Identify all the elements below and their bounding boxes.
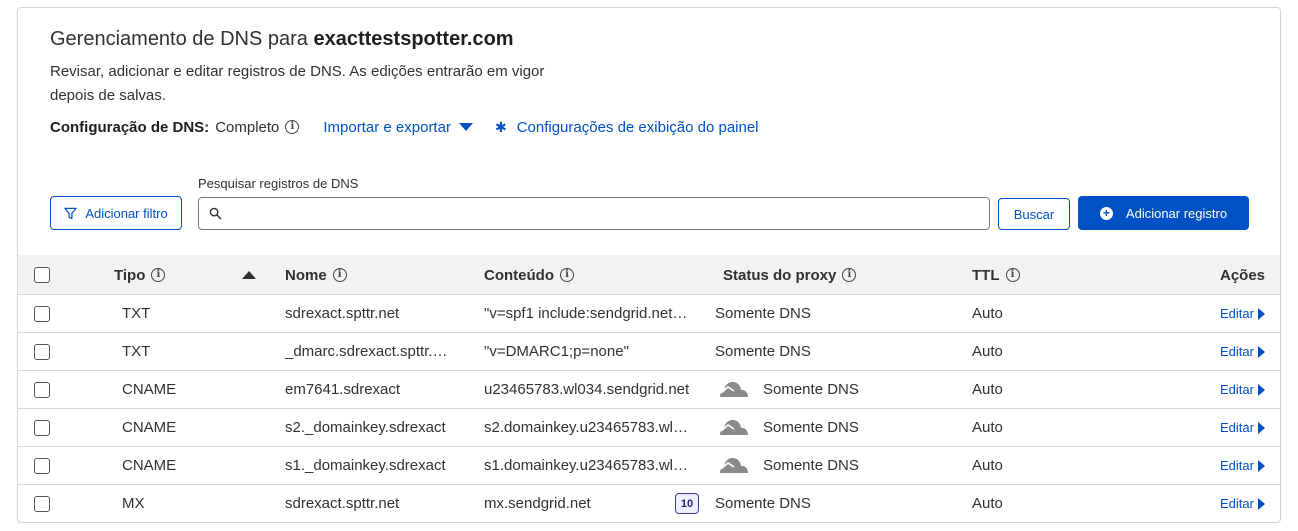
edit-record-link[interactable]: Editar — [1220, 333, 1265, 370]
record-content: u23465783.wl034.sendgrid.net — [484, 381, 690, 398]
column-type[interactable]: Tipo i — [114, 255, 166, 295]
cloud-icon — [720, 458, 748, 473]
record-content: s2.domainkey.u23465783.wl… — [484, 419, 689, 436]
dns-config-value: Completo — [215, 118, 280, 136]
column-proxy-status[interactable]: Status do proxy i — [723, 255, 857, 295]
filter-icon — [64, 207, 77, 219]
record-type: TXT — [122, 305, 151, 322]
select-all-checkbox[interactable] — [34, 267, 50, 283]
edit-record-link[interactable]: Editar — [1220, 447, 1265, 484]
record-ttl: Auto — [972, 305, 1003, 322]
table-row[interactable]: MX sdrexact.spttr.net mx.sendgrid.net 10… — [18, 485, 1280, 522]
proxy-status: Somente DNS — [763, 381, 859, 398]
chevron-right-icon — [1257, 421, 1265, 434]
display-settings-link[interactable]: Configurações de exibição do painel — [517, 119, 759, 136]
row-checkbox[interactable] — [34, 382, 50, 398]
table-row[interactable]: CNAME s2._domainkey.sdrexact s2.domainke… — [18, 409, 1280, 447]
record-name: s2._domainkey.sdrexact — [285, 419, 446, 436]
dns-config-row: Configuração de DNS: Completo i Importar… — [50, 115, 759, 139]
table-row[interactable]: TXT sdrexact.spttr.net "v=spf1 include:s… — [18, 295, 1280, 333]
row-checkbox[interactable] — [34, 458, 50, 474]
proxy-status: Somente DNS — [715, 305, 811, 322]
add-record-label: Adicionar registro — [1125, 205, 1228, 221]
sort-up-icon[interactable] — [242, 271, 256, 279]
record-ttl: Auto — [972, 343, 1003, 360]
chevron-right-icon — [1257, 497, 1265, 510]
record-ttl: Auto — [972, 381, 1003, 398]
record-name: sdrexact.spttr.net — [285, 305, 400, 322]
import-export-label: Importar e exportar — [323, 118, 451, 136]
record-name: _dmarc.sdrexact.spttr.… — [285, 343, 448, 360]
edit-record-link[interactable]: Editar — [1220, 485, 1265, 522]
add-record-button[interactable]: + Adicionar registro — [1078, 196, 1249, 230]
record-name: sdrexact.spttr.net — [285, 495, 400, 512]
edit-record-link[interactable]: Editar — [1220, 371, 1265, 408]
chevron-right-icon — [1257, 307, 1265, 320]
search-label: Pesquisar registros de DNS — [198, 176, 359, 191]
caret-down-icon — [458, 123, 473, 131]
info-icon[interactable]: i — [285, 120, 300, 134]
mx-priority-badge: 10 — [675, 493, 699, 514]
search-field — [198, 197, 990, 230]
column-ttl[interactable]: TTL i — [972, 255, 1020, 295]
proxy-status: Somente DNS — [715, 495, 811, 512]
column-name[interactable]: Nome i — [285, 255, 347, 295]
proxy-status: Somente DNS — [763, 457, 859, 474]
search-icon — [209, 207, 222, 220]
info-icon[interactable]: i — [1005, 268, 1020, 282]
record-name: s1._domainkey.sdrexact — [285, 457, 446, 474]
title-prefix: Gerenciamento de DNS para — [50, 28, 308, 50]
record-type: MX — [122, 495, 145, 512]
row-checkbox[interactable] — [34, 344, 50, 360]
record-type: CNAME — [122, 457, 177, 474]
table-row[interactable]: CNAME em7641.sdrexact u23465783.wl034.se… — [18, 371, 1280, 409]
edit-record-link[interactable]: Editar — [1220, 295, 1265, 332]
record-type: CNAME — [122, 419, 177, 436]
search-input[interactable] — [228, 199, 989, 228]
table-row[interactable]: TXT _dmarc.sdrexact.spttr.… "v=DMARC1;p=… — [18, 333, 1280, 371]
gear-icon: ✱ — [494, 118, 507, 135]
cloud-icon — [720, 382, 748, 397]
info-icon[interactable]: i — [151, 268, 166, 282]
page-title: Gerenciamento de DNS para exacttestspott… — [50, 28, 514, 51]
page-description: Revisar, adicionar e editar registros de… — [50, 63, 545, 104]
proxy-status: Somente DNS — [715, 343, 811, 360]
record-ttl: Auto — [972, 495, 1003, 512]
domain-name: exacttestspotter.com — [313, 28, 514, 50]
chevron-right-icon — [1257, 345, 1265, 358]
row-checkbox[interactable] — [34, 496, 50, 512]
info-icon[interactable]: i — [842, 268, 857, 282]
row-checkbox[interactable] — [34, 420, 50, 436]
record-type: TXT — [122, 343, 151, 360]
table-row[interactable]: CNAME s1._domainkey.sdrexact s1.domainke… — [18, 447, 1280, 485]
info-icon[interactable]: i — [559, 268, 574, 282]
record-ttl: Auto — [972, 419, 1003, 436]
column-content[interactable]: Conteúdo i — [484, 255, 574, 295]
record-content: s1.domainkey.u23465783.wl… — [484, 457, 689, 474]
record-content: "v=DMARC1;p=none" — [484, 343, 629, 360]
proxy-status: Somente DNS — [763, 419, 859, 436]
column-actions: Ações — [1220, 266, 1266, 284]
chevron-right-icon — [1257, 459, 1265, 472]
cloud-icon — [720, 420, 748, 435]
add-filter-button[interactable]: Adicionar filtro — [50, 196, 182, 230]
record-content: mx.sendgrid.net — [484, 495, 591, 512]
chevron-right-icon — [1257, 383, 1265, 396]
edit-record-link[interactable]: Editar — [1220, 409, 1265, 446]
record-type: CNAME — [122, 381, 177, 398]
dns-config-label: Configuração de DNS: — [50, 118, 210, 136]
search-button[interactable]: Buscar — [998, 198, 1070, 230]
add-filter-label: Adicionar filtro — [85, 205, 168, 221]
info-icon[interactable]: i — [332, 268, 347, 282]
dns-management-card: Gerenciamento de DNS para exacttestspott… — [17, 7, 1281, 523]
record-content: "v=spf1 include:sendgrid.net… — [484, 305, 688, 322]
record-name: em7641.sdrexact — [285, 381, 401, 398]
import-export-dropdown[interactable]: Importar e exportar — [323, 119, 473, 136]
table-header: Tipo i Nome i Conteúdo i Status do proxy i T… — [18, 255, 1280, 295]
plus-circle-icon: + — [1099, 206, 1113, 220]
row-checkbox[interactable] — [34, 306, 50, 322]
record-ttl: Auto — [972, 457, 1003, 474]
